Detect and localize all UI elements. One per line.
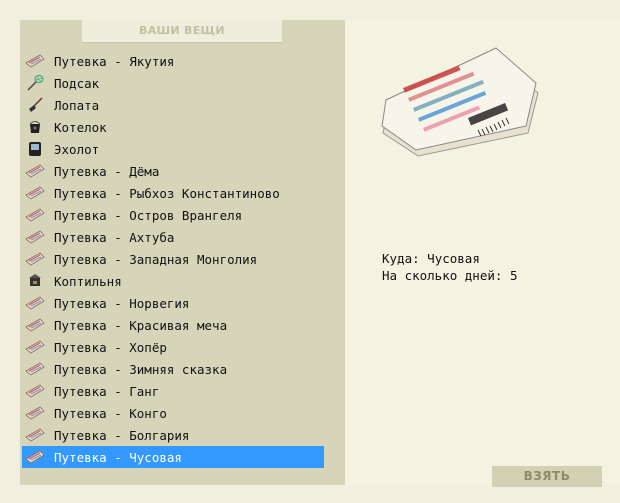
list-item-label: Путевка - Рыбхоз Константиново <box>54 185 280 201</box>
ticket-icon <box>24 359 46 379</box>
list-item[interactable]: Путевка - Конго <box>22 402 324 424</box>
list-item[interactable]: Путевка - Западная Монголия <box>22 248 324 270</box>
list-item-label: Котелок <box>54 119 107 135</box>
list-item[interactable]: Коптильня <box>22 270 324 292</box>
list-item-label: Коптильня <box>54 273 122 289</box>
ticket-icon <box>24 425 46 445</box>
destination-label: Куда: <box>382 251 420 266</box>
ticket-icon <box>24 447 46 467</box>
list-item[interactable]: Путевка - Ганг <box>22 380 324 402</box>
panel-title: ВАШИ ВЕЩИ <box>82 20 282 43</box>
list-item[interactable]: Путевка - Норвегия <box>22 292 324 314</box>
shovel-icon <box>24 95 46 115</box>
list-item[interactable]: Путевка - Чусовая <box>22 446 324 468</box>
sonar-icon <box>24 139 46 159</box>
list-item[interactable]: Подсак <box>22 72 324 94</box>
list-item[interactable]: Путевка - Дёма <box>22 160 324 182</box>
ticket-icon <box>24 51 46 71</box>
ticket-icon <box>24 183 46 203</box>
list-item-label: Путевка - Якутия <box>54 53 175 69</box>
list-item[interactable]: Путевка - Ахтуба <box>22 226 324 248</box>
list-item[interactable]: Путевка - Хопёр <box>22 336 324 358</box>
list-item-label: Путевка - Ахтуба <box>54 229 175 245</box>
list-item[interactable]: Путевка - Красивая меча <box>22 314 324 336</box>
ticket-preview-image <box>381 47 539 157</box>
list-item[interactable]: Лопата <box>22 94 324 116</box>
list-item-label: Путевка - Конго <box>54 405 167 421</box>
list-item[interactable]: Эхолот <box>22 138 324 160</box>
ticket-icon <box>24 227 46 247</box>
ticket-icon <box>24 205 46 225</box>
list-item-label: Путевка - Ганг <box>54 383 160 399</box>
list-item-label: Подсак <box>54 75 100 91</box>
days-value: 5 <box>509 268 518 283</box>
net-icon <box>24 73 46 93</box>
ticket-icon <box>24 249 46 269</box>
ticket-icon <box>24 381 46 401</box>
destination-value: Чусовая <box>427 251 480 266</box>
items-list: Путевка - Якутия Подсак Лопата Котелок Эхоло… <box>22 50 324 468</box>
ticket-icon <box>24 293 46 313</box>
ticket-details: Куда: Чусовая На сколько дней: 5 <box>382 250 517 284</box>
list-item[interactable]: Путевка - Рыбхоз Константиново <box>22 182 324 204</box>
ticket-icon <box>24 403 46 423</box>
list-item-label: Путевка - Хопёр <box>54 339 167 355</box>
pot-icon <box>24 117 46 137</box>
list-item[interactable]: Котелок <box>22 116 324 138</box>
list-item[interactable]: Путевка - Болгария <box>22 424 324 446</box>
list-item[interactable]: Путевка - Якутия <box>22 50 324 72</box>
list-item-label: Путевка - Норвегия <box>54 295 190 311</box>
ticket-icon <box>24 161 46 181</box>
list-item-label: Путевка - Дёма <box>54 163 160 179</box>
list-item[interactable]: Путевка - Остров Врангеля <box>22 204 324 226</box>
list-item-label: Путевка - Чусовая <box>54 449 182 465</box>
take-button[interactable]: ВЗЯТЬ <box>492 466 602 487</box>
list-item-label: Путевка - Остров Врангеля <box>54 207 243 223</box>
list-item-label: Путевка - Западная Монголия <box>54 251 258 267</box>
ticket-icon <box>24 315 46 335</box>
ticket-icon <box>24 337 46 357</box>
list-item-label: Путевка - Красивая меча <box>54 317 228 333</box>
list-item-label: Лопата <box>54 97 100 113</box>
days-label: На сколько дней: <box>382 268 503 283</box>
list-item-label: Путевка - Зимняя сказка <box>54 361 228 377</box>
list-item[interactable]: Путевка - Зимняя сказка <box>22 358 324 380</box>
list-item-label: Путевка - Болгария <box>54 427 190 443</box>
smokehouse-icon <box>24 271 46 291</box>
list-item-label: Эхолот <box>54 141 100 157</box>
